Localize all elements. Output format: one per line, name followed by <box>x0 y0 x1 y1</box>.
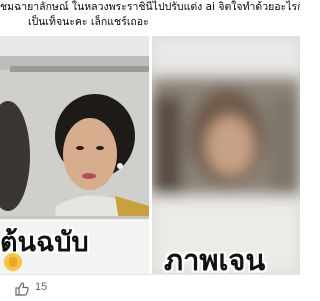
post-text: ชมฉายาลักษณ์ ในหลวงพระราชินีไปปรับแต่ง a… <box>0 0 300 30</box>
ai-generated-photo[interactable]: ภาพเจน <box>152 36 300 274</box>
reaction-bar: 15 <box>0 274 300 301</box>
post-text-line-2: เป็นเท็จนะคะ เล็กแชร์เถอะ <box>28 16 149 28</box>
thumbs-up-icon[interactable] <box>14 281 30 297</box>
like-count: 15 <box>35 281 48 293</box>
original-photo[interactable]: ต้นฉบับ <box>0 36 149 274</box>
post-images[interactable]: ต้นฉบับ ภาพเจน <box>0 36 300 274</box>
post-text-line-1: ชมฉายาลักษณ์ ในหลวงพระราชินีไปปรับแต่ง a… <box>0 1 300 13</box>
ai-caption: ภาพเจน <box>164 243 266 274</box>
hand-emoji-icon <box>4 253 22 271</box>
